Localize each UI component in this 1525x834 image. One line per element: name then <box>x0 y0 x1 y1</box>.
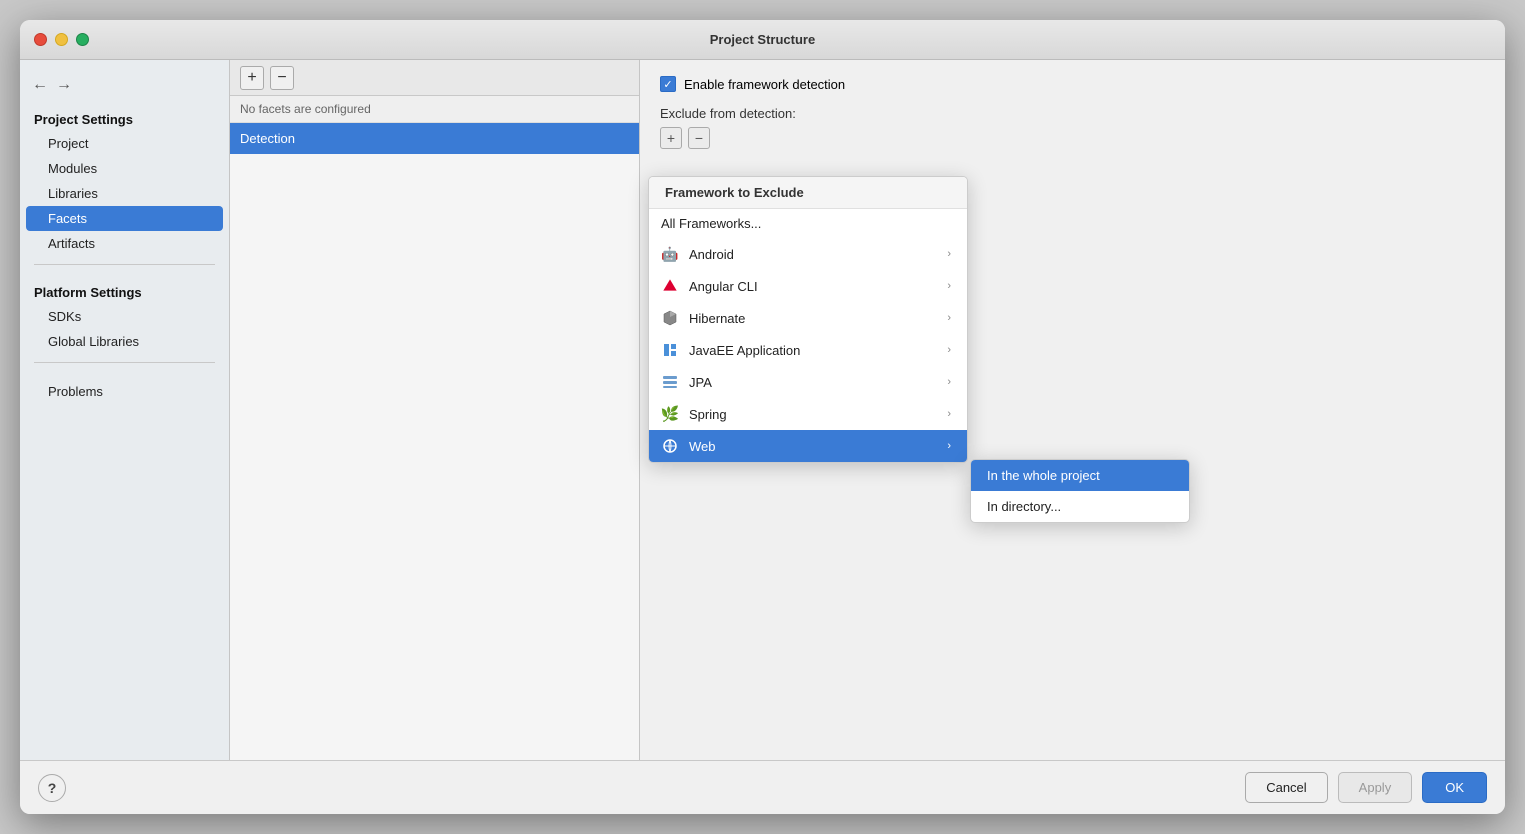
spring-label: Spring <box>689 407 727 422</box>
dropdown-item-jpa[interactable]: JPA › <box>649 366 967 398</box>
framework-exclude-menu: Framework to Exclude All Frameworks... 🤖… <box>648 176 968 463</box>
dropdown-item-spring[interactable]: 🌿 Spring › <box>649 398 967 430</box>
spring-icon: 🌿 <box>661 405 679 423</box>
dropdown-item-hibernate[interactable]: Hibernate › <box>649 302 967 334</box>
in-directory-item[interactable]: In directory... <box>971 491 1189 522</box>
add-facet-button[interactable]: + <box>240 66 264 90</box>
sidebar-item-problems[interactable]: Problems <box>20 379 229 404</box>
enable-detection-checkbox[interactable]: ✓ <box>660 76 676 92</box>
ok-button[interactable]: OK <box>1422 772 1487 803</box>
sidebar-item-facets[interactable]: Facets <box>26 206 223 231</box>
whole-project-item[interactable]: In the whole project <box>971 460 1189 491</box>
exclude-label: Exclude from detection: <box>660 106 1485 121</box>
dropdown-item-angular[interactable]: Angular CLI › <box>649 270 967 302</box>
sidebar: ← → Project Settings Project Modules Lib… <box>20 60 230 760</box>
apply-button[interactable]: Apply <box>1338 772 1413 803</box>
hibernate-chevron-icon: › <box>947 312 951 324</box>
web-sub-dropdown: In the whole project In directory... <box>970 459 1190 523</box>
angular-label: Angular CLI <box>689 279 758 294</box>
sidebar-item-sdks[interactable]: SDKs <box>20 304 229 329</box>
enable-detection-label: Enable framework detection <box>684 77 845 92</box>
dropdown-header: Framework to Exclude <box>649 177 967 209</box>
javaee-chevron-icon: › <box>947 344 951 356</box>
remove-facet-button[interactable]: − <box>270 66 294 90</box>
bottom-bar: ? Cancel Apply OK <box>20 760 1505 814</box>
dropdown-item-javaee[interactable]: JavaEE Application › <box>649 334 967 366</box>
web-chevron-icon: › <box>947 440 951 452</box>
hibernate-icon <box>661 309 679 327</box>
javaee-icon <box>661 341 679 359</box>
remove-exclusion-button[interactable]: − <box>688 127 710 149</box>
web-label: Web <box>689 439 716 454</box>
sidebar-divider-2 <box>34 362 215 363</box>
angular-icon <box>661 277 679 295</box>
center-toolbar: + − <box>230 60 639 96</box>
back-button[interactable]: ← <box>32 76 48 94</box>
sidebar-item-global-libraries[interactable]: Global Libraries <box>20 329 229 354</box>
all-frameworks-label: All Frameworks... <box>661 216 761 231</box>
no-facets-label: No facets are configured <box>230 96 639 123</box>
angular-chevron-icon: › <box>947 280 951 292</box>
bottom-buttons: Cancel Apply OK <box>1245 772 1487 803</box>
forward-button[interactable]: → <box>56 76 72 94</box>
jpa-label: JPA <box>689 375 712 390</box>
window-title: Project Structure <box>710 32 815 47</box>
detection-list-item[interactable]: Detection <box>230 123 639 154</box>
enable-detection-row: ✓ Enable framework detection <box>660 76 1485 92</box>
main-window: Project Structure ← → Project Settings P… <box>20 20 1505 814</box>
add-exclusion-button[interactable]: + <box>660 127 682 149</box>
main-content: ← → Project Settings Project Modules Lib… <box>20 60 1505 760</box>
project-settings-heading: Project Settings <box>20 106 229 131</box>
close-button[interactable] <box>34 33 47 46</box>
dropdown-item-android[interactable]: 🤖 Android › <box>649 238 967 270</box>
android-chevron-icon: › <box>947 248 951 260</box>
right-panel: ✓ Enable framework detection Exclude fro… <box>640 60 1505 760</box>
right-sub-toolbar: + − <box>660 127 1485 149</box>
hibernate-label: Hibernate <box>689 311 745 326</box>
sidebar-item-libraries[interactable]: Libraries <box>20 181 229 206</box>
minimize-button[interactable] <box>55 33 68 46</box>
title-bar: Project Structure <box>20 20 1505 60</box>
sidebar-item-modules[interactable]: Modules <box>20 156 229 181</box>
dropdown-item-all-frameworks[interactable]: All Frameworks... <box>649 209 967 238</box>
sidebar-item-project[interactable]: Project <box>20 131 229 156</box>
jpa-icon <box>661 373 679 391</box>
center-panel: + − No facets are configured Detection <box>230 60 640 760</box>
web-icon <box>661 437 679 455</box>
javaee-label: JavaEE Application <box>689 343 800 358</box>
spring-chevron-icon: › <box>947 408 951 420</box>
dropdown-container: Framework to Exclude All Frameworks... 🤖… <box>648 176 968 463</box>
sidebar-item-artifacts[interactable]: Artifacts <box>20 231 229 256</box>
cancel-button[interactable]: Cancel <box>1245 772 1327 803</box>
jpa-chevron-icon: › <box>947 376 951 388</box>
android-icon: 🤖 <box>661 245 679 263</box>
help-button[interactable]: ? <box>38 774 66 802</box>
android-label: Android <box>689 247 734 262</box>
dropdown-item-web[interactable]: Web › <box>649 430 967 462</box>
sidebar-divider <box>34 264 215 265</box>
nav-arrows: ← → <box>20 70 229 106</box>
maximize-button[interactable] <box>76 33 89 46</box>
traffic-lights <box>34 33 89 46</box>
platform-settings-heading: Platform Settings <box>20 279 229 304</box>
